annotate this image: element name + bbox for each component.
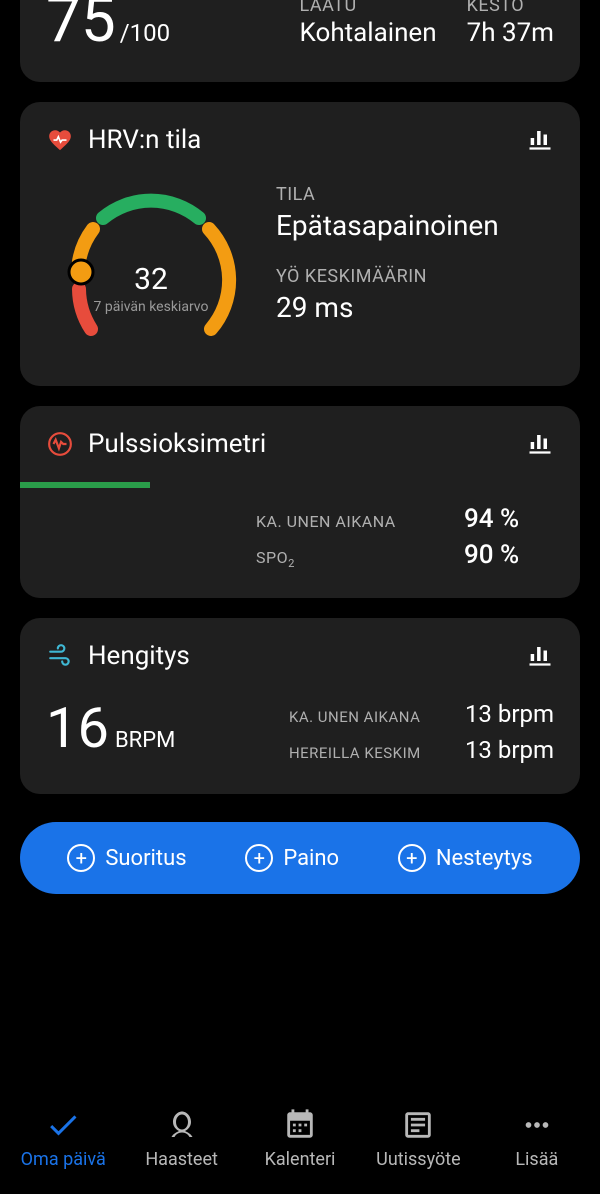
hrv-card[interactable]: HRV:n tila 32 7 päivän keskiarvo	[20, 102, 580, 386]
add-activity-label: Suoritus	[105, 846, 186, 871]
more-icon	[519, 1107, 555, 1143]
laurel-icon	[164, 1107, 200, 1143]
plus-icon: +	[398, 844, 426, 872]
sleep-card[interactable]: 75 /100 LAATU Kohtalainen KESTO 7h 37m	[20, 0, 580, 82]
wind-icon	[46, 642, 74, 670]
breathing-title: Hengitys	[88, 641, 526, 671]
sleep-score-denom: /100	[120, 19, 170, 47]
bar-chart-icon[interactable]	[526, 428, 554, 460]
nav-calendar-label: Kalenteri	[265, 1149, 336, 1170]
hrv-title: HRV:n tila	[88, 125, 526, 155]
sleep-score: 75	[46, 0, 116, 52]
pulseox-card[interactable]: Pulssioksimetri KA. UNEN AIKANA 94 % SPO…	[20, 406, 580, 598]
nav-my-day-label: Oma päivä	[21, 1149, 106, 1170]
heart-icon	[46, 126, 74, 154]
pulseox-spo2-value: 90 %	[464, 540, 554, 570]
breathing-awake-label: HEREILLA KESKIM	[289, 744, 449, 762]
nav-newsfeed[interactable]: Uutissyöte	[359, 1107, 477, 1170]
nav-my-day[interactable]: Oma päivä	[4, 1107, 122, 1170]
nav-newsfeed-label: Uutissyöte	[376, 1149, 461, 1170]
pulseox-spo2-label: SPO2	[256, 548, 444, 570]
bar-chart-icon[interactable]	[526, 640, 554, 672]
pulseox-sleep-value: 94 %	[464, 504, 554, 534]
nav-challenges-label: Haasteet	[145, 1149, 218, 1170]
nav-calendar[interactable]: Kalenteri	[241, 1107, 359, 1170]
hrv-status-label: TILA	[276, 184, 554, 205]
nav-more-label: Lisää	[515, 1149, 558, 1170]
bottom-nav: Oma päivä Haasteet Kalenteri Uutissyöte …	[0, 1086, 600, 1194]
plus-icon: +	[245, 844, 273, 872]
nav-more[interactable]: Lisää	[478, 1107, 596, 1170]
nav-challenges[interactable]: Haasteet	[122, 1107, 240, 1170]
plus-icon: +	[67, 844, 95, 872]
sleep-quality-value: Kohtalainen	[300, 18, 437, 48]
breathing-sleep-value: 13 brpm	[465, 700, 554, 728]
sleep-duration-value: 7h 37m	[467, 18, 554, 48]
breathing-awake-value: 13 brpm	[465, 736, 554, 764]
sleep-quality-label: LAATU	[300, 0, 437, 16]
hrv-night-label: YÖ KESKIMÄÄRIN	[276, 266, 554, 287]
bar-chart-icon[interactable]	[526, 124, 554, 156]
breathing-sleep-label: KA. UNEN AIKANA	[289, 708, 449, 726]
pulseox-icon	[46, 430, 74, 458]
add-weight-button[interactable]: + Paino	[245, 844, 339, 872]
hrv-gauge-value: 32	[46, 262, 256, 297]
hrv-gauge-sub: 7 päivän keskiarvo	[46, 299, 256, 315]
newsfeed-icon	[400, 1107, 436, 1143]
hrv-status-value: Epätasapainoinen	[276, 209, 554, 242]
breathing-score: 16	[46, 700, 109, 756]
pulseox-sparkline	[20, 478, 554, 492]
check-icon	[45, 1107, 81, 1143]
calendar-icon	[282, 1107, 318, 1143]
add-weight-label: Paino	[283, 846, 339, 871]
sleep-duration-label: KESTO	[467, 0, 554, 16]
quick-add-bar: + Suoritus + Paino + Nesteytys	[20, 822, 580, 894]
pulseox-title: Pulssioksimetri	[88, 429, 526, 459]
add-activity-button[interactable]: + Suoritus	[67, 844, 186, 872]
pulseox-sleep-label: KA. UNEN AIKANA	[256, 512, 444, 531]
add-hydration-label: Nesteytys	[436, 846, 533, 871]
breathing-card[interactable]: Hengitys 16 BRPM KA. UNEN AIKANA 13 brpm…	[20, 618, 580, 794]
hrv-night-value: 29 ms	[276, 291, 554, 324]
breathing-unit: BRPM	[115, 728, 175, 753]
add-hydration-button[interactable]: + Nesteytys	[398, 844, 533, 872]
